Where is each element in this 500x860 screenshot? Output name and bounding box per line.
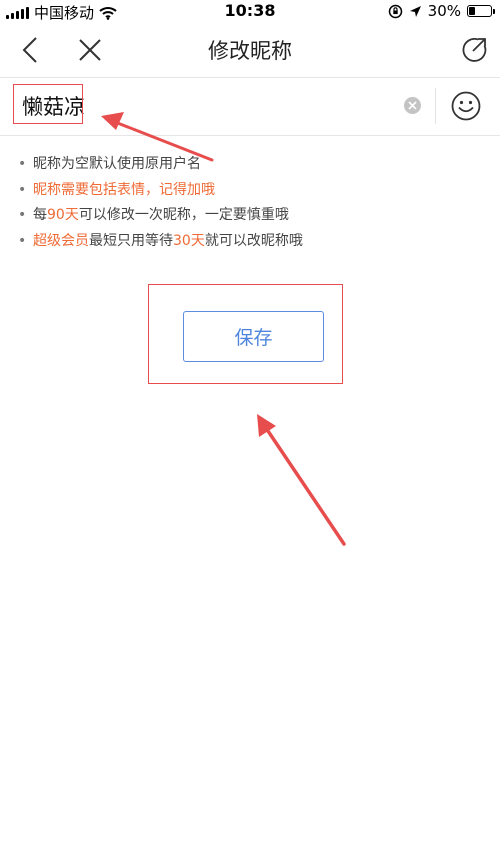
location-icon (409, 5, 421, 17)
tip-text: 昵称为空默认使用原用户名 (33, 156, 201, 172)
battery-icon (467, 5, 495, 17)
bullet: • (18, 156, 27, 172)
nickname-input[interactable] (22, 88, 382, 124)
bullet: • (18, 207, 27, 223)
battery-fill (469, 7, 476, 15)
tip-item: • 昵称需要包括表情，记得加哦 (18, 178, 303, 204)
emoji-button[interactable] (450, 90, 482, 122)
tip-text: 就可以改昵称哦 (204, 232, 303, 249)
tips-list: • 昵称为空默认使用原用户名 • 昵称需要包括表情，记得加哦 • 每90天可以修改一次昵称… (18, 152, 303, 254)
tip-item: • 超级会员最短只用等待30天就可以改昵称哦 (18, 229, 303, 255)
clear-button[interactable] (404, 97, 421, 114)
status-bar: 中国移动 10:38 30% (0, 0, 500, 22)
input-divider (435, 88, 436, 124)
tip-highlight: 90天 (47, 207, 79, 223)
tip-text: 可以修改一次昵称，一定要慎重哦 (78, 207, 289, 223)
orientation-lock-icon (388, 4, 402, 18)
tip-highlight: 昵称需要包括表情，记得加哦 (33, 181, 215, 198)
tip-text: 每 (33, 207, 47, 223)
nickname-input-row (0, 78, 500, 136)
tip-highlight: 超级会员 (33, 232, 89, 249)
bullet: • (18, 232, 27, 249)
tip-item: • 每90天可以修改一次昵称，一定要慎重哦 (18, 203, 303, 229)
page-title: 修改昵称 (208, 39, 292, 63)
status-right: 30% (388, 2, 495, 20)
refresh-icon (462, 38, 487, 62)
emoji-icon (451, 91, 481, 121)
bullet: • (18, 181, 27, 198)
annotation-arrow-save (257, 414, 346, 546)
tip-highlight: 30天 (173, 232, 205, 249)
refresh-button[interactable] (456, 32, 492, 68)
tip-item: • 昵称为空默认使用原用户名 (18, 152, 303, 178)
save-button[interactable]: 保存 (183, 311, 324, 362)
tip-text: 最短只用等待 (89, 232, 173, 249)
clear-icon (408, 101, 417, 110)
nav-bar: 修改昵称 (0, 22, 500, 78)
battery-percent: 30% (427, 2, 461, 20)
